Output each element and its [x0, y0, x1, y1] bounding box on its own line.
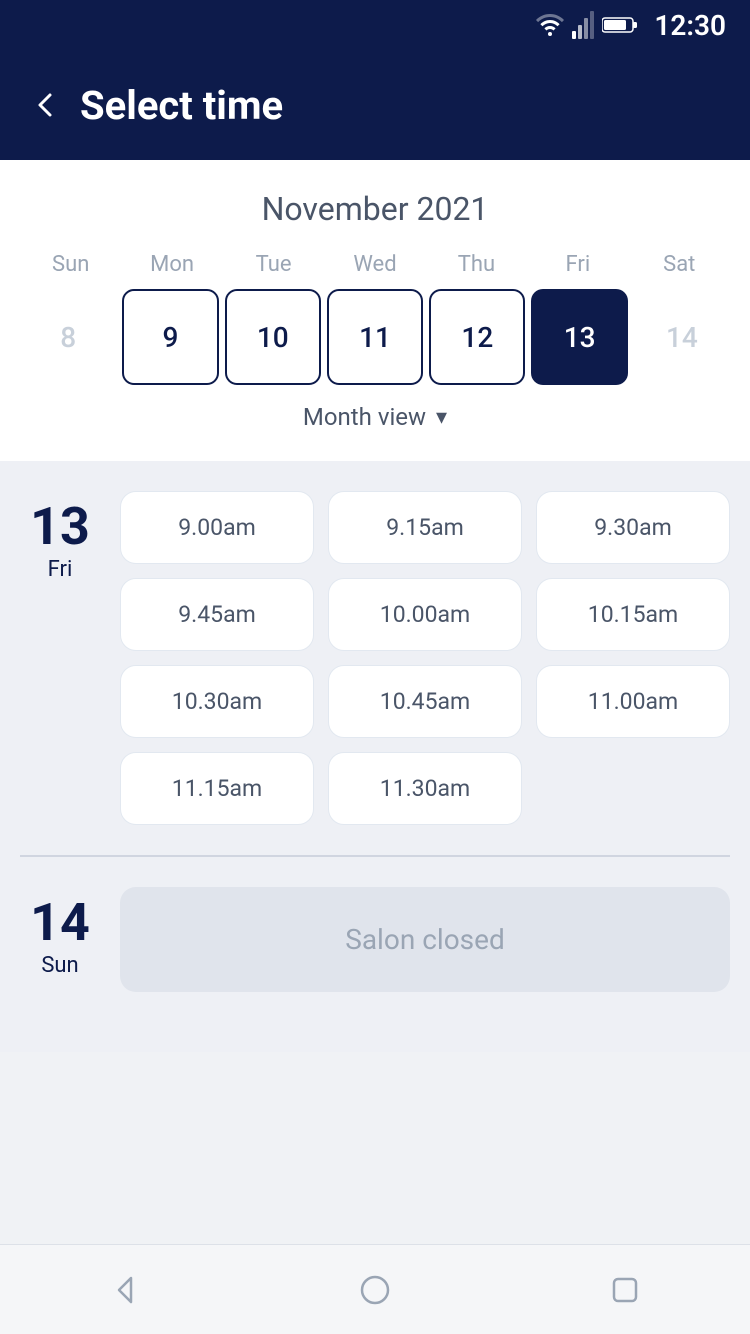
time-slot-1115[interactable]: 11.15am	[120, 752, 314, 825]
day-header-fri: Fri	[527, 252, 628, 277]
time-slot-945[interactable]: 9.45am	[120, 578, 314, 651]
day-name-14: Sun	[41, 953, 78, 978]
day-cell-13[interactable]: 13	[531, 289, 627, 385]
calendar-section: November 2021 Sun Mon Tue Wed Thu Fri Sa…	[0, 160, 750, 461]
nav-recent-button[interactable]	[595, 1260, 655, 1320]
signal-icon	[572, 11, 594, 39]
salon-closed-label: Salon closed	[120, 887, 730, 992]
day-cell-10[interactable]: 10	[225, 289, 321, 385]
month-view-button[interactable]: Month view ▾	[20, 385, 730, 441]
time-slot-915[interactable]: 9.15am	[328, 491, 522, 564]
wifi-icon	[536, 14, 564, 36]
day-cell-14: 14	[634, 289, 730, 385]
day-cell-8: 8	[20, 289, 116, 385]
month-view-label: Month view	[303, 403, 426, 431]
status-bar: 12:30	[0, 0, 750, 50]
time-slots-section: 13 Fri 9.00am 9.15am 9.30am 9.45am 10.00…	[0, 461, 750, 1052]
day-cell-12[interactable]: 12	[429, 289, 525, 385]
time-slot-1130[interactable]: 11.30am	[328, 752, 522, 825]
time-slot-1000[interactable]: 10.00am	[328, 578, 522, 651]
day-cell-9[interactable]: 9	[122, 289, 218, 385]
day-num-13: 13	[30, 501, 90, 553]
nav-home-button[interactable]	[345, 1260, 405, 1320]
section-divider	[20, 855, 730, 857]
day-block-13: 13 Fri 9.00am 9.15am 9.30am 9.45am 10.00…	[20, 491, 730, 825]
time-slot-1015[interactable]: 10.15am	[536, 578, 730, 651]
day-cell-11[interactable]: 11	[327, 289, 423, 385]
day-header-wed: Wed	[324, 252, 425, 277]
bottom-nav	[0, 1244, 750, 1334]
day-cells: 8 9 10 11 12 13 14	[20, 289, 730, 385]
day-name-13: Fri	[48, 557, 73, 582]
day-header-sun: Sun	[20, 252, 121, 277]
nav-back-button[interactable]	[95, 1260, 155, 1320]
back-button[interactable]	[30, 90, 60, 120]
day-header-mon: Mon	[121, 252, 222, 277]
month-year-label: November 2021	[20, 190, 730, 228]
day-number-13: 13 Fri	[20, 491, 100, 825]
status-icons: 12:30	[536, 9, 726, 42]
time-slot-1045[interactable]: 10.45am	[328, 665, 522, 738]
day-number-14: 14 Sun	[20, 887, 100, 992]
day-headers: Sun Mon Tue Wed Thu Fri Sat	[20, 252, 730, 277]
status-time: 12:30	[654, 9, 726, 42]
day-header-sat: Sat	[629, 252, 730, 277]
day-block-14: 14 Sun Salon closed	[20, 887, 730, 992]
battery-icon	[602, 15, 638, 35]
time-slot-1030[interactable]: 10.30am	[120, 665, 314, 738]
slots-grid-13: 9.00am 9.15am 9.30am 9.45am 10.00am 10.1…	[120, 491, 730, 825]
time-slot-1100[interactable]: 11.00am	[536, 665, 730, 738]
header: Select time	[0, 50, 750, 160]
time-slot-900[interactable]: 9.00am	[120, 491, 314, 564]
page-title: Select time	[80, 82, 283, 129]
day-header-tue: Tue	[223, 252, 324, 277]
day-num-14: 14	[30, 897, 90, 949]
chevron-down-icon: ▾	[436, 405, 447, 430]
time-slot-930[interactable]: 9.30am	[536, 491, 730, 564]
day-header-thu: Thu	[426, 252, 527, 277]
